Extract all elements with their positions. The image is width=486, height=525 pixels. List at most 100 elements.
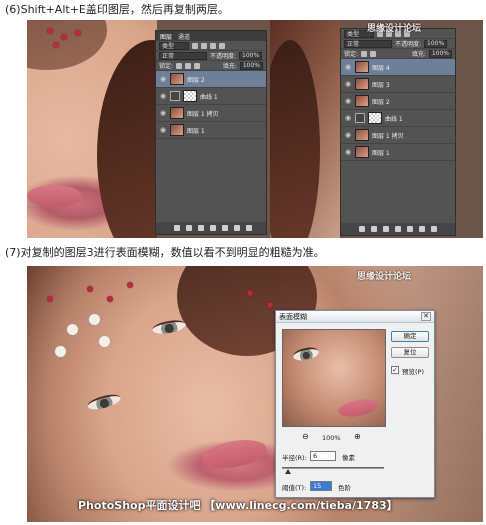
blend-mode-select[interactable]: 正常 (159, 51, 207, 60)
layer-name[interactable]: 图层 1 (372, 148, 390, 157)
adjust-filter-icon[interactable] (201, 42, 207, 49)
layer-row[interactable]: ◉ 图层 1 拷贝 (341, 127, 455, 144)
visibility-eye-icon[interactable]: ◉ (159, 109, 167, 117)
shape-filter-icon[interactable] (219, 42, 225, 49)
opacity-field[interactable]: 100% (239, 51, 263, 60)
opacity-field-right[interactable]: 100% (424, 39, 448, 48)
layer-row[interactable]: ◉ 图层 2 (156, 71, 266, 88)
visibility-eye-icon[interactable]: ◉ (159, 126, 167, 134)
visibility-eye-icon[interactable]: ◉ (159, 75, 167, 83)
portrait-middle (270, 20, 340, 238)
layer-name[interactable]: 图层 2 (187, 75, 205, 84)
layer-name[interactable]: 图层 1 拷贝 (372, 131, 404, 140)
new-layer-icon[interactable] (419, 226, 425, 232)
lock-label-right: 锁定: (344, 51, 359, 58)
link-icon[interactable] (174, 225, 180, 231)
threshold-input[interactable]: 15 (310, 481, 332, 491)
layer-name[interactable]: 图层 1 拷贝 (187, 109, 219, 118)
fx-icon[interactable] (371, 226, 377, 232)
visibility-eye-icon[interactable]: ◉ (344, 148, 352, 156)
layer-name[interactable]: 曲线 1 (200, 92, 218, 101)
visibility-eye-icon[interactable]: ◉ (344, 80, 352, 88)
layer-thumbnail (170, 73, 184, 85)
tab-channels[interactable]: 通道 (178, 32, 190, 41)
text-filter-icon[interactable] (210, 42, 216, 49)
tab-layers[interactable]: 图层 (160, 32, 172, 41)
close-icon[interactable]: ✕ (421, 312, 431, 321)
folder-icon[interactable] (407, 226, 413, 232)
layer-mask-thumbnail[interactable] (183, 90, 197, 102)
opacity-label-right: 不透明度: (395, 41, 422, 48)
layer-name[interactable]: 曲线 1 (385, 114, 403, 123)
fill-field-right[interactable]: 100% (428, 49, 452, 58)
panel-footer-right (341, 223, 455, 235)
threshold-unit: 色阶 (338, 484, 351, 492)
layer-name[interactable]: 图层 2 (372, 97, 390, 106)
visibility-eye-icon[interactable]: ◉ (159, 92, 167, 100)
layer-name[interactable]: 图层 3 (372, 80, 390, 89)
layer-row[interactable]: ◉ 曲线 1 (156, 88, 266, 105)
radius-label: 半径(R): (282, 454, 307, 462)
layer-row[interactable]: ◉ 曲线 1 (341, 110, 455, 127)
lips (27, 185, 82, 207)
link-icon[interactable] (359, 226, 365, 232)
step7-caption: (7)对复制的图层3进行表面模糊，数值以看不到明显的粗糙为准。 (5, 246, 325, 259)
bottom-screenshot: 思缘设计论坛 表面模糊 ✕ 确定 复位 ✓ 预览(P) ⊖ 100% ⊕ 半径(… (27, 266, 483, 522)
layer-row[interactable]: ◉ 图层 1 (341, 144, 455, 161)
preview-label: 预览(P) (402, 368, 424, 376)
kind-filter[interactable]: 类型 (159, 41, 189, 50)
lock-pixels-icon[interactable] (361, 50, 368, 57)
visibility-eye-icon[interactable]: ◉ (344, 131, 352, 139)
top-screenshot: 图层 通道 类型 正常 不透明度: 100% 锁定: 填充: 100% ◉ 图层 … (27, 20, 483, 238)
image-filter-icon[interactable] (192, 42, 198, 49)
visibility-eye-icon[interactable]: ◉ (344, 63, 352, 71)
lock-pixels-icon[interactable] (176, 62, 183, 69)
reset-button[interactable]: 复位 (391, 347, 429, 358)
fill-field[interactable]: 100% (239, 61, 263, 70)
layer-thumbnail (355, 129, 369, 141)
layer-row[interactable]: ◉ 图层 2 (341, 93, 455, 110)
layer-list-right: ◉ 图层 4 ◉ 图层 3 ◉ 图层 2 ◉ 曲线 1 ◉ 图层 1 拷贝 ◉ 图层 1 (341, 59, 455, 161)
layer-row[interactable]: ◉ 图层 1 (156, 122, 266, 139)
ok-button[interactable]: 确定 (391, 331, 429, 342)
preview-checkbox[interactable]: ✓ (391, 366, 399, 374)
layer-thumbnail (170, 124, 184, 136)
trash-icon[interactable] (246, 225, 252, 231)
adjustment-icon[interactable] (210, 225, 216, 231)
new-layer-icon[interactable] (234, 225, 240, 231)
visibility-eye-icon[interactable]: ◉ (344, 97, 352, 105)
step6-caption: (6)Shift+Alt+E盖印图层，然后再复制两层。 (5, 3, 229, 16)
radius-slider-thumb[interactable] (285, 469, 291, 474)
lock-position-icon[interactable] (185, 62, 192, 69)
adjustment-icon[interactable] (395, 226, 401, 232)
curves-adjustment-icon (170, 91, 180, 101)
threshold-label: 阈值(T): (282, 484, 307, 492)
mask-icon[interactable] (198, 225, 204, 231)
zoom-level: 100% (322, 434, 341, 442)
layer-name[interactable]: 图层 4 (372, 63, 390, 72)
zoom-out-icon[interactable]: ⊖ (302, 432, 309, 441)
visibility-eye-icon[interactable]: ◉ (344, 114, 352, 122)
trash-icon[interactable] (431, 226, 437, 232)
radius-input[interactable]: 6 (310, 451, 336, 461)
curves-adjustment-icon (355, 113, 365, 123)
fx-icon[interactable] (186, 225, 192, 231)
opacity-label: 不透明度: (210, 53, 237, 60)
blend-mode-select-right[interactable]: 正常 (344, 39, 392, 48)
layer-list: ◉ 图层 2 ◉ 曲线 1 ◉ 图层 1 拷贝 ◉ 图层 1 (156, 71, 266, 139)
panel-footer (156, 222, 266, 234)
layer-thumbnail (355, 61, 369, 73)
layer-row[interactable]: ◉ 图层 3 (341, 76, 455, 93)
layer-name[interactable]: 图层 1 (187, 126, 205, 135)
lock-position-icon[interactable] (370, 50, 377, 57)
layer-thumbnail (355, 78, 369, 90)
layer-row[interactable]: ◉ 图层 4 (341, 59, 455, 76)
folder-icon[interactable] (222, 225, 228, 231)
blur-preview[interactable] (282, 329, 386, 427)
lock-all-icon[interactable] (194, 62, 201, 69)
mask-icon[interactable] (383, 226, 389, 232)
zoom-in-icon[interactable]: ⊕ (354, 432, 361, 441)
radius-slider[interactable] (282, 467, 384, 469)
layer-row[interactable]: ◉ 图层 1 拷贝 (156, 105, 266, 122)
layer-mask-thumbnail[interactable] (368, 112, 382, 124)
